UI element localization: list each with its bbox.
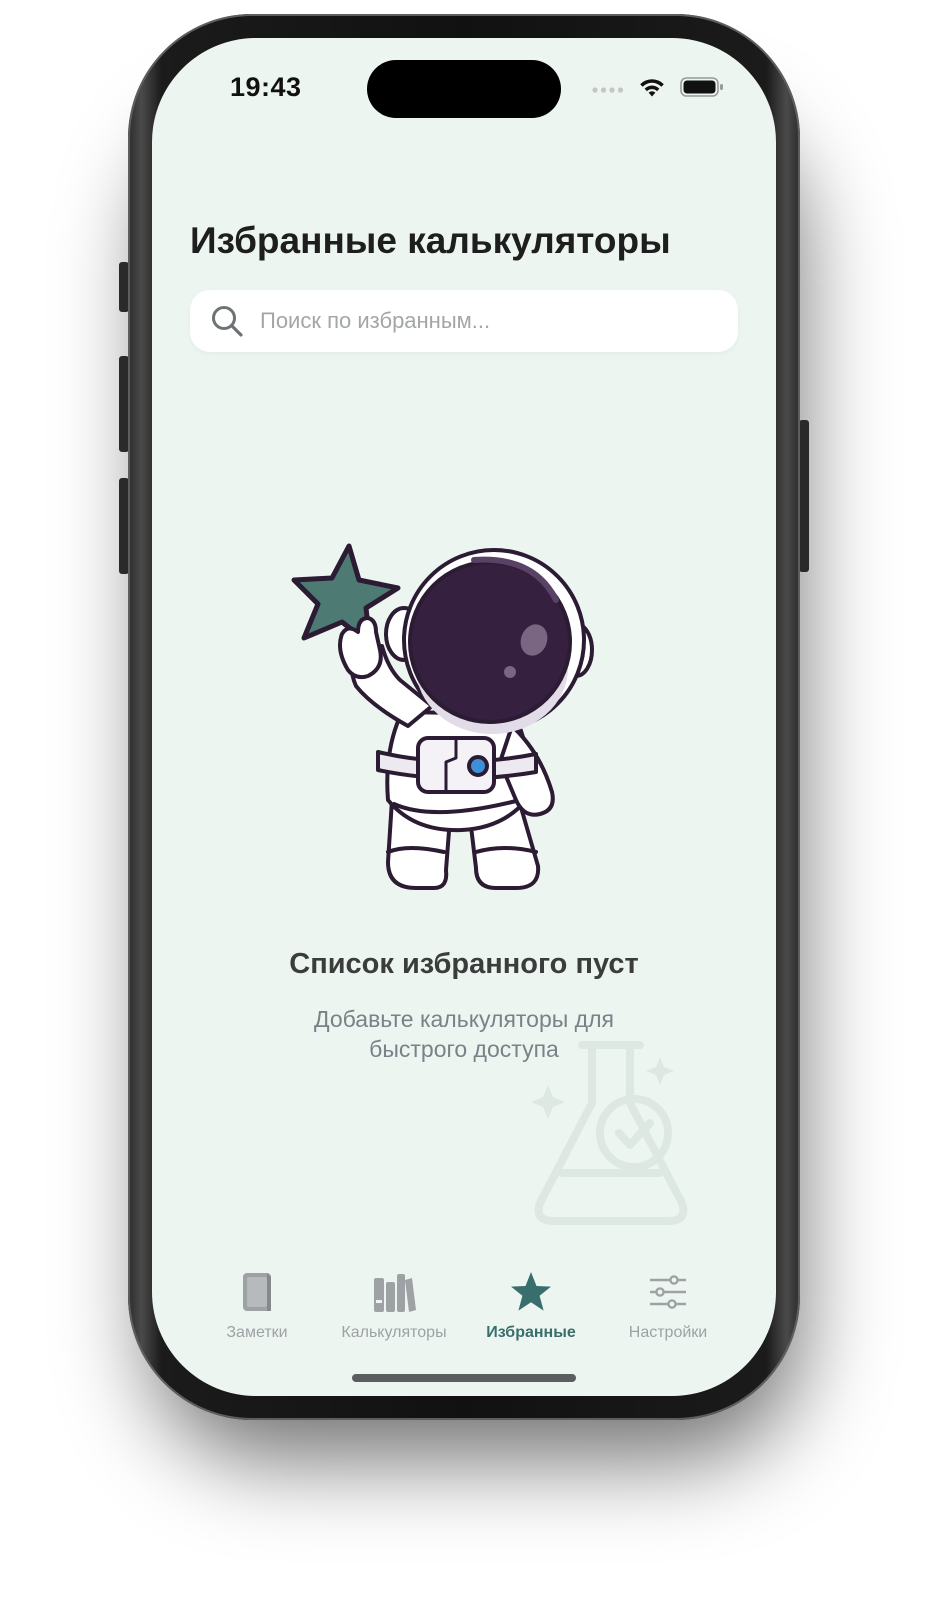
wifi-icon <box>638 76 666 103</box>
power-button <box>799 420 809 572</box>
tab-calculators-label: Калькуляторы <box>341 1324 447 1341</box>
tab-favorites-label: Избранные <box>486 1324 576 1341</box>
search-icon <box>210 304 244 338</box>
battery-icon <box>680 76 724 103</box>
search-input[interactable] <box>258 307 702 335</box>
dynamic-island <box>367 60 561 118</box>
tab-bar: Заметки Калькуляторы Избранные Настройки <box>152 1268 776 1348</box>
sliders-icon <box>644 1268 692 1316</box>
status-icons <box>592 76 724 103</box>
search-bar[interactable] <box>190 290 738 352</box>
empty-state-subtitle: Добавьте калькуляторы для быстрого досту… <box>314 1006 614 1062</box>
page-title: Избранные калькуляторы <box>190 220 671 261</box>
tab-notes[interactable]: Заметки <box>182 1268 332 1348</box>
astronaut-illustration <box>291 543 594 890</box>
tab-calculators[interactable]: Калькуляторы <box>319 1268 469 1348</box>
star-icon <box>507 1268 555 1316</box>
tab-settings[interactable]: Настройки <box>593 1268 743 1348</box>
tab-favorites[interactable]: Избранные <box>456 1268 606 1348</box>
home-indicator[interactable] <box>352 1374 576 1382</box>
tab-notes-label: Заметки <box>226 1324 288 1341</box>
library-books-icon <box>370 1268 418 1316</box>
status-time: 19:43 <box>230 72 302 102</box>
app-screen: 19:43 Избранные калькуляторы Поиск по из… <box>152 38 776 1396</box>
cellular-dots-icon <box>592 81 624 99</box>
notebook-icon <box>233 1268 281 1316</box>
tab-settings-label: Настройки <box>628 1324 708 1341</box>
device-stage: 19:43 Избранные калькуляторы Поиск по из… <box>0 0 950 1607</box>
empty-state-title: Список избранного пуст <box>289 948 639 980</box>
